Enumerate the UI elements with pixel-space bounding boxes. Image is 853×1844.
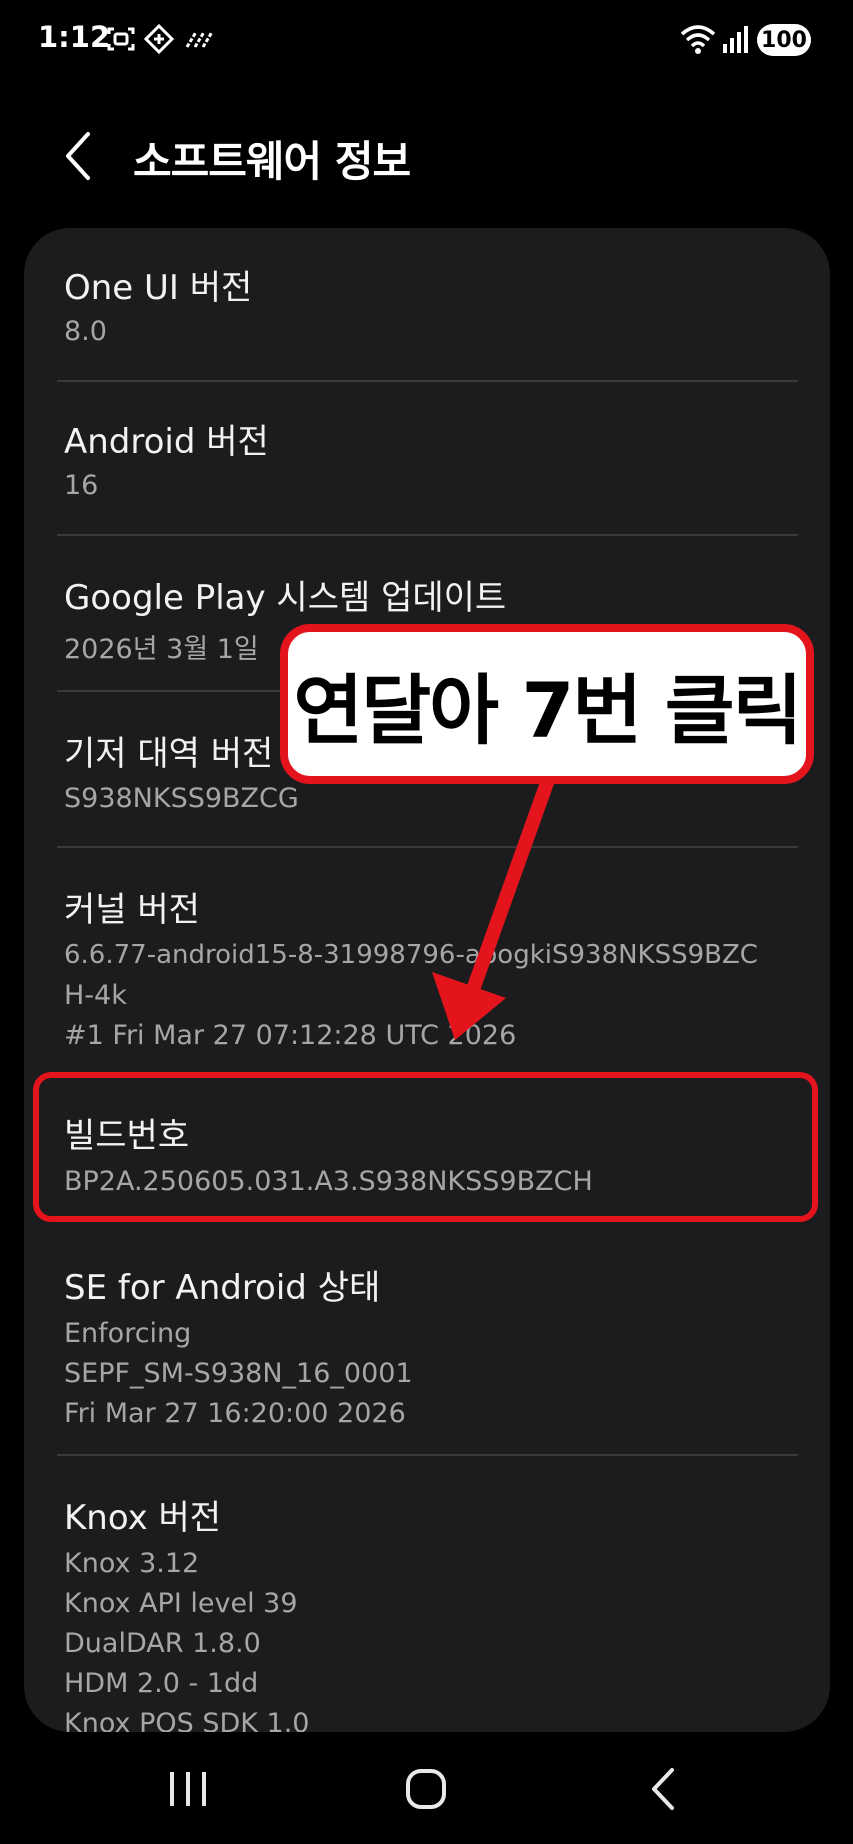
home-button[interactable] [391, 1758, 461, 1820]
nfc-icon [184, 28, 214, 54]
wifi-icon [680, 24, 716, 58]
battery-icon: 100 [757, 24, 811, 56]
item-title: 커널 버전 [64, 890, 200, 930]
item-title: One UI 버전 [64, 268, 253, 308]
item-value: S938NKSS9BZCG [64, 783, 299, 814]
item-value: Enforcing [64, 1318, 192, 1349]
recent-apps-button[interactable] [153, 1758, 223, 1820]
item-value: Knox 3.12 [64, 1548, 200, 1579]
item-value: Fri Mar 27 16:20:00 2026 [64, 1398, 406, 1429]
vpn-icon [143, 23, 175, 58]
item-value: 16 [64, 470, 99, 501]
page-title: 소프트웨어 정보 [133, 137, 411, 186]
item-title: Android 버전 [64, 422, 269, 462]
list-item-one-ui-version[interactable]: One UI 버전 8.0 [24, 228, 830, 380]
item-value: 2026년 3월 1일 [64, 634, 259, 665]
list-item-build-number[interactable]: 빌드번호 BP2A.250605.031.A3.S938NKSS9BZCH [24, 1074, 830, 1226]
item-title: Google Play 시스템 업데이트 [64, 578, 507, 618]
screen: 1:12 100 소프트웨어 정보 One UI 버전 8.0 Android … [0, 0, 853, 1844]
item-value: SEPF_SM-S938N_16_0001 [64, 1358, 413, 1389]
item-title: SE for Android 상태 [64, 1268, 381, 1308]
status-bar: 1:12 100 [0, 0, 853, 80]
nav-back-button[interactable] [628, 1758, 698, 1820]
signal-icon [722, 24, 748, 58]
item-value: BP2A.250605.031.A3.S938NKSS9BZCH [64, 1166, 593, 1197]
item-value: DualDAR 1.8.0 [64, 1628, 261, 1659]
screenshot-icon [106, 24, 136, 58]
status-time: 1:12 [38, 20, 111, 54]
back-button[interactable] [56, 128, 106, 184]
item-title: 기저 대역 버전 [64, 734, 274, 774]
list-item-se-for-android-status[interactable]: SE for Android 상태 Enforcing SEPF_SM-S938… [24, 1228, 830, 1456]
list-item-kernel-version[interactable]: 커널 버전 6.6.77-android15-8-31998796-abogki… [24, 848, 830, 1068]
app-header: 소프트웨어 정보 [0, 110, 853, 200]
home-icon [406, 1769, 446, 1809]
list-item-knox-version[interactable]: Knox 버전 Knox 3.12 Knox API level 39 Dual… [24, 1456, 830, 1732]
item-value: Knox POS SDK 1.0 [64, 1708, 310, 1732]
item-value: 6.6.77-android15-8-31998796-abogkiS938NK… [64, 940, 758, 970]
navigation-bar [0, 1740, 853, 1844]
item-title: 빌드번호 [64, 1116, 190, 1156]
list-item-android-version[interactable]: Android 버전 16 [24, 382, 830, 534]
item-value: 8.0 [64, 316, 107, 347]
back-icon [652, 1768, 674, 1810]
software-info-list: One UI 버전 8.0 Android 버전 16 Google Play … [24, 228, 830, 1732]
item-value: Knox API level 39 [64, 1588, 298, 1619]
item-value: H-4k [64, 980, 127, 1011]
chevron-left-icon [66, 132, 90, 180]
item-title: Knox 버전 [64, 1498, 222, 1538]
item-value: HDM 2.0 - 1dd [64, 1668, 259, 1699]
callout-tap-seven-times: 연달아 7번 클릭 [280, 624, 814, 784]
item-value: #1 Fri Mar 27 07:12:28 UTC 2026 [64, 1020, 517, 1051]
recent-apps-icon [170, 1772, 206, 1806]
